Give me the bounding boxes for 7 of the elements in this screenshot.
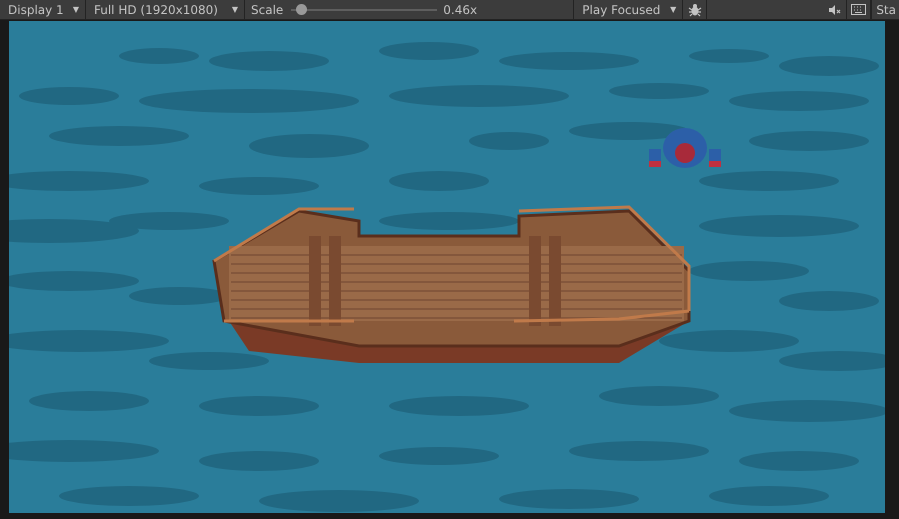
slider-thumb[interactable] — [296, 4, 307, 15]
resolution-dropdown[interactable]: Full HD (1920x1080) ▼ — [86, 0, 245, 19]
scale-value: 0.46x — [443, 2, 478, 16]
play-mode-dropdown[interactable]: Play Focused ▼ — [573, 0, 684, 19]
scale-label: Scale — [251, 2, 284, 16]
stats-button[interactable]: Sta — [871, 0, 899, 19]
display-dropdown[interactable]: Display 1 ▼ — [0, 0, 86, 19]
